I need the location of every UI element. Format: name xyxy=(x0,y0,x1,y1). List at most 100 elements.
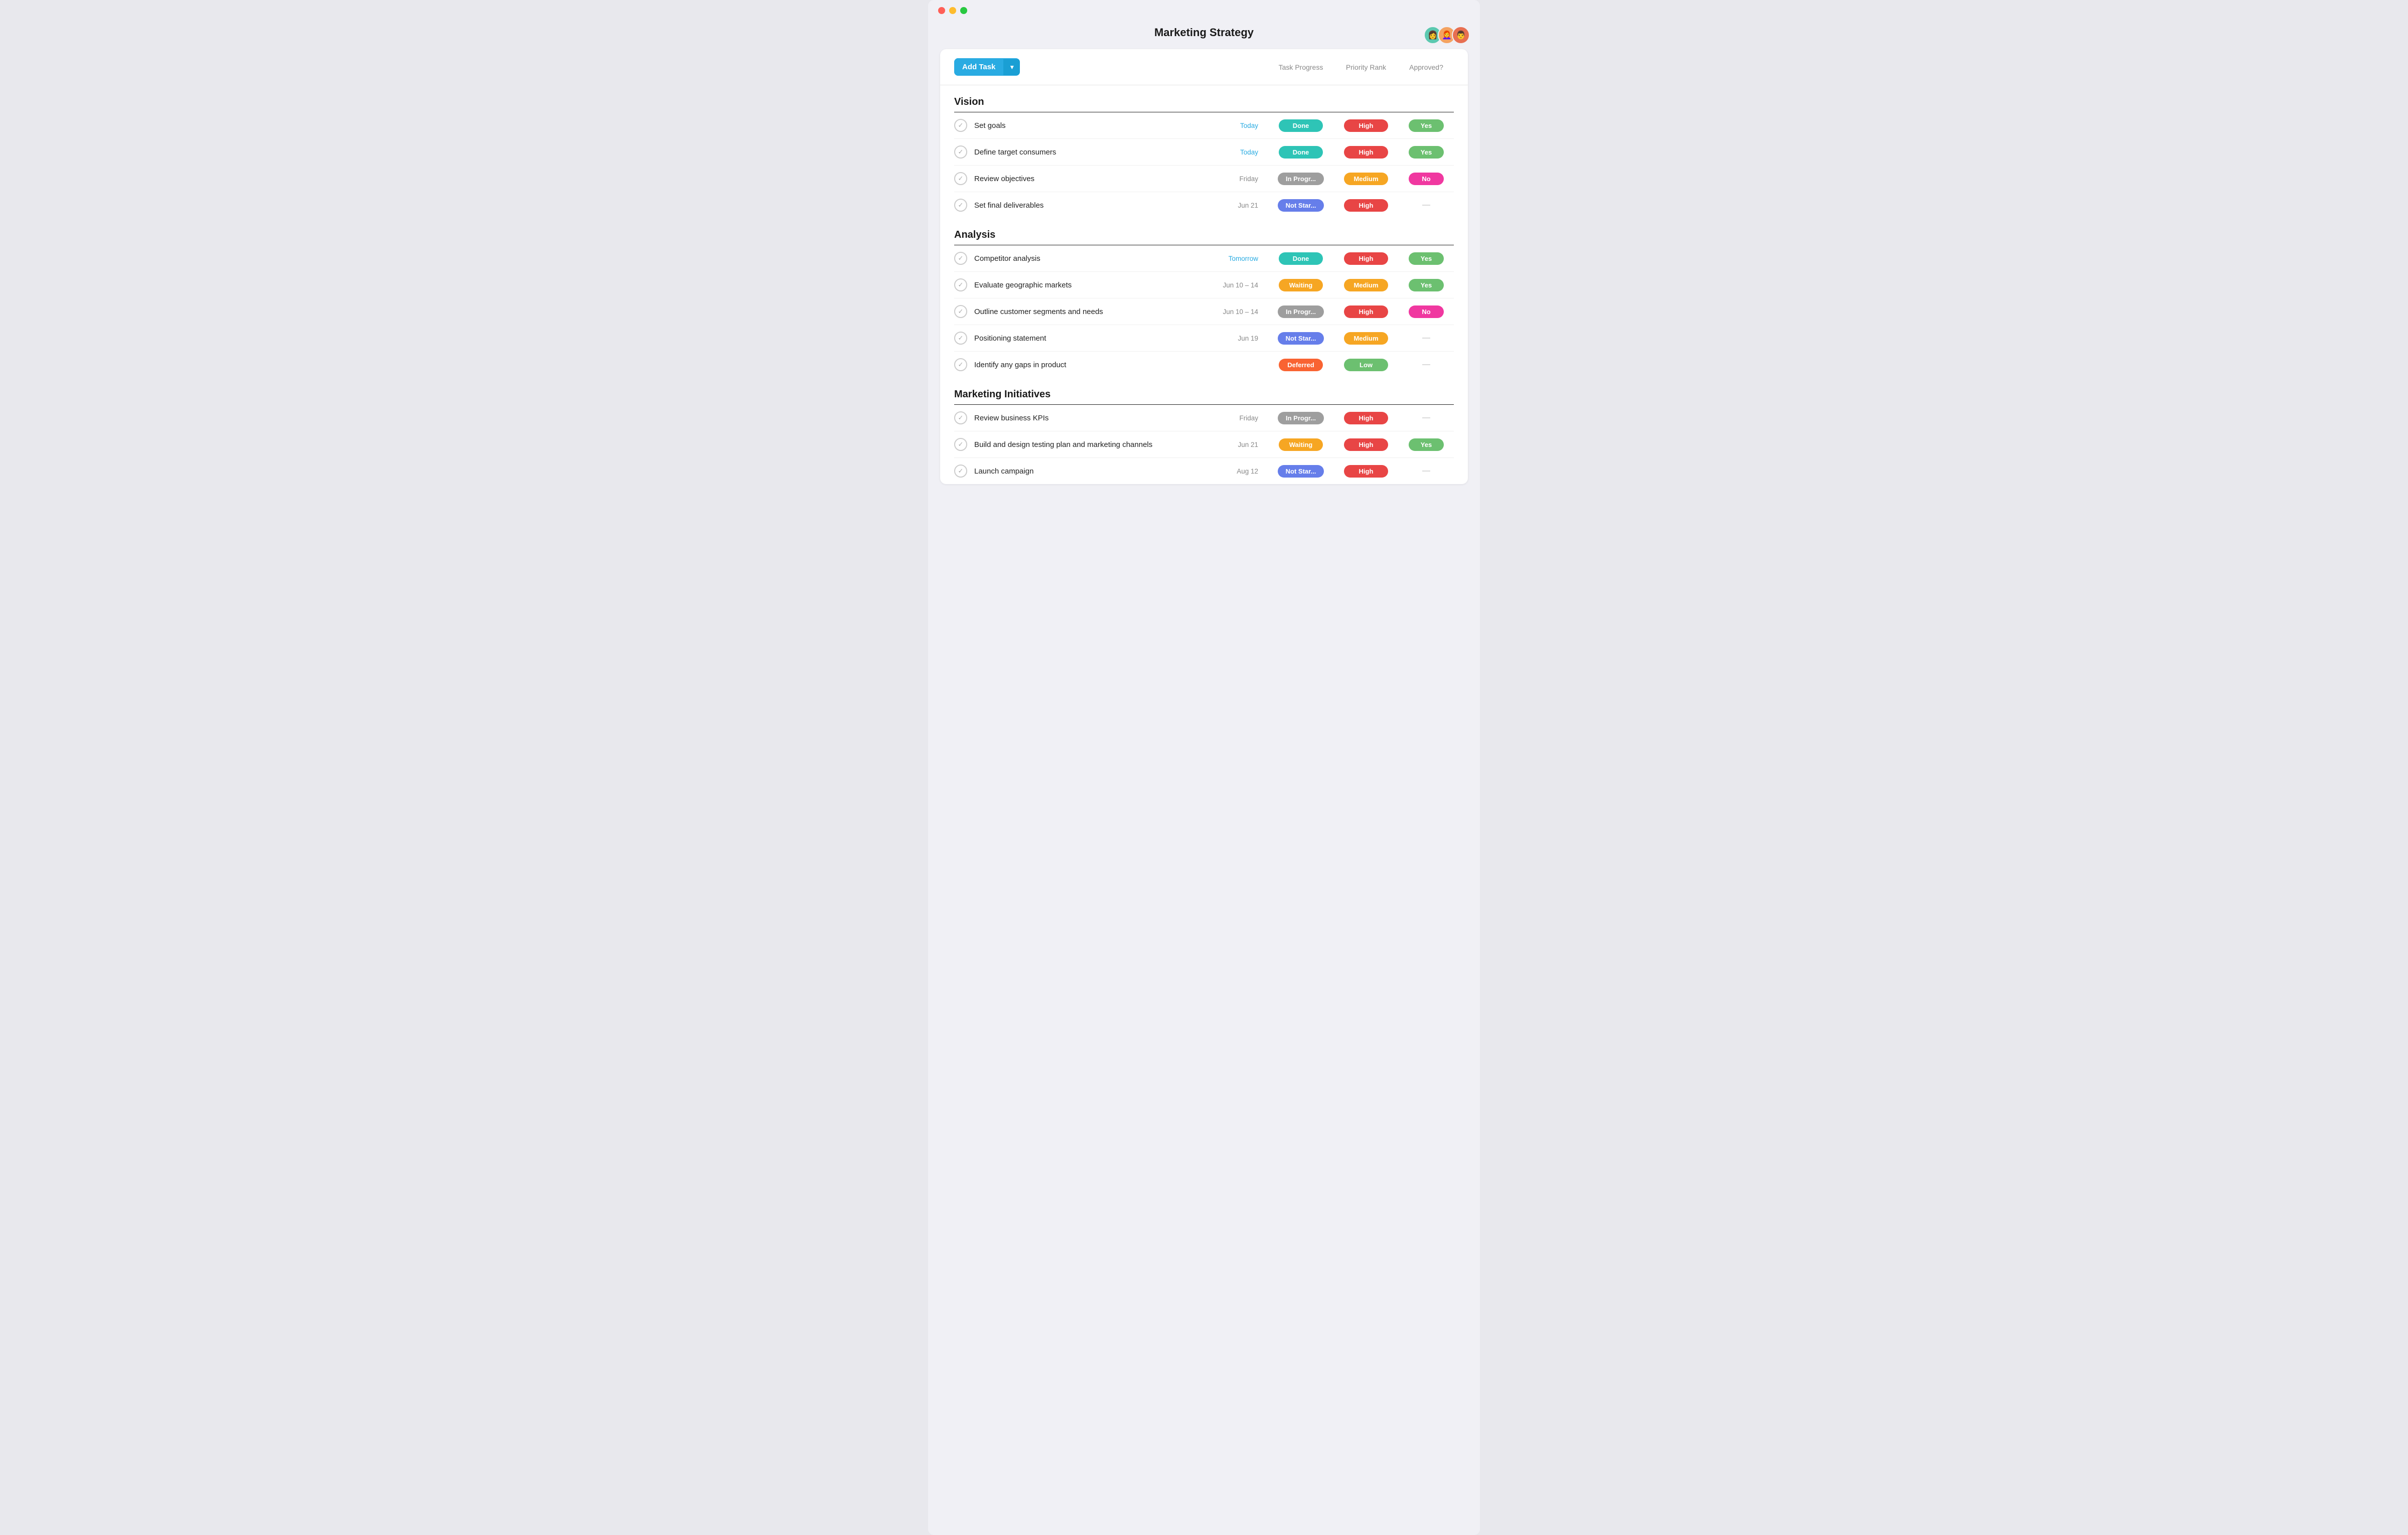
cell-approved: — xyxy=(1399,360,1454,369)
priority-badge[interactable]: Medium xyxy=(1344,173,1388,185)
page-title: Marketing Strategy xyxy=(1154,26,1254,39)
priority-badge[interactable]: High xyxy=(1344,199,1388,212)
task-row[interactable]: ✓Define target consumersTodayDoneHighYes xyxy=(954,139,1454,166)
cell-priority: High xyxy=(1333,465,1399,478)
cell-approved: Yes xyxy=(1399,119,1454,132)
cell-approved: Yes xyxy=(1399,252,1454,265)
cell-priority: Medium xyxy=(1333,173,1399,185)
progress-badge[interactable]: Waiting xyxy=(1279,438,1323,451)
priority-badge[interactable]: High xyxy=(1344,305,1388,318)
progress-badge[interactable]: Done xyxy=(1279,119,1323,132)
priority-badge[interactable]: Medium xyxy=(1344,332,1388,345)
progress-badge[interactable]: Deferred xyxy=(1279,359,1323,371)
approved-badge: — xyxy=(1409,334,1444,343)
add-task-button[interactable]: Add Task ▼ xyxy=(954,58,1020,76)
cell-progress: Done xyxy=(1268,252,1333,265)
cell-priority: High xyxy=(1333,412,1399,424)
section-title: Analysis xyxy=(954,218,1454,245)
approved-badge[interactable]: No xyxy=(1409,305,1444,318)
priority-badge[interactable]: Medium xyxy=(1344,279,1388,291)
chevron-down-icon[interactable]: ▼ xyxy=(1003,59,1020,75)
check-icon[interactable]: ✓ xyxy=(954,119,967,132)
cell-approved: No xyxy=(1399,173,1454,185)
priority-badge[interactable]: High xyxy=(1344,119,1388,132)
progress-badge[interactable]: Not Star... xyxy=(1278,199,1324,212)
task-cells: In Progr... Medium No xyxy=(1268,173,1454,185)
add-task-label: Add Task xyxy=(954,58,1003,76)
task-date: Friday xyxy=(1213,414,1258,422)
section-vision: Vision✓Set goalsTodayDoneHighYes✓Define … xyxy=(940,85,1468,218)
cell-priority: High xyxy=(1333,305,1399,318)
task-cells: Done High Yes xyxy=(1268,252,1454,265)
cell-progress: Waiting xyxy=(1268,438,1333,451)
task-row[interactable]: ✓Set goalsTodayDoneHighYes xyxy=(954,112,1454,139)
check-icon[interactable]: ✓ xyxy=(954,358,967,371)
progress-badge[interactable]: Waiting xyxy=(1279,279,1323,291)
task-row[interactable]: ✓Outline customer segments and needsJun … xyxy=(954,298,1454,325)
task-row[interactable]: ✓Identify any gaps in productDeferredLow… xyxy=(954,352,1454,378)
cell-progress: Deferred xyxy=(1268,359,1333,371)
progress-badge[interactable]: In Progr... xyxy=(1278,173,1324,185)
check-icon[interactable]: ✓ xyxy=(954,252,967,265)
progress-badge[interactable]: Done xyxy=(1279,252,1323,265)
progress-badge[interactable]: In Progr... xyxy=(1278,305,1324,318)
task-row[interactable]: ✓Positioning statementJun 19Not Star...M… xyxy=(954,325,1454,352)
priority-badge[interactable]: High xyxy=(1344,465,1388,478)
priority-badge[interactable]: High xyxy=(1344,146,1388,159)
approved-badge[interactable]: Yes xyxy=(1409,279,1444,291)
task-date: Jun 21 xyxy=(1213,441,1258,448)
check-icon[interactable]: ✓ xyxy=(954,438,967,451)
task-name: Set final deliverables xyxy=(974,201,1213,210)
task-row[interactable]: ✓Launch campaignAug 12Not Star...High— xyxy=(954,458,1454,484)
priority-badge[interactable]: High xyxy=(1344,438,1388,451)
check-icon[interactable]: ✓ xyxy=(954,278,967,291)
approved-badge[interactable]: Yes xyxy=(1409,119,1444,132)
cell-approved: — xyxy=(1399,413,1454,422)
priority-badge[interactable]: Low xyxy=(1344,359,1388,371)
task-cells: In Progr... High No xyxy=(1268,305,1454,318)
check-icon[interactable]: ✓ xyxy=(954,465,967,478)
progress-badge[interactable]: In Progr... xyxy=(1278,412,1324,424)
priority-badge[interactable]: High xyxy=(1344,252,1388,265)
col-header-progress: Task Progress xyxy=(1268,63,1333,71)
progress-badge[interactable]: Done xyxy=(1279,146,1323,159)
task-row[interactable]: ✓Evaluate geographic marketsJun 10 – 14W… xyxy=(954,272,1454,298)
check-icon[interactable]: ✓ xyxy=(954,172,967,185)
task-row[interactable]: ✓Review business KPIsFridayIn Progr...Hi… xyxy=(954,405,1454,431)
task-date: Jun 10 – 14 xyxy=(1213,281,1258,289)
col-header-approved: Approved? xyxy=(1399,63,1454,71)
task-date: Today xyxy=(1213,148,1258,156)
task-row[interactable]: ✓ Competitor analysisTomorrow Done High Yes xyxy=(954,245,1454,272)
task-name: Build and design testing plan and market… xyxy=(974,440,1213,449)
task-row[interactable]: ✓Review objectivesFridayIn Progr...Mediu… xyxy=(954,166,1454,192)
check-icon[interactable]: ✓ xyxy=(954,332,967,345)
task-date: Tomorrow xyxy=(1213,255,1258,262)
check-icon[interactable]: ✓ xyxy=(954,411,967,424)
cell-priority: High xyxy=(1333,119,1399,132)
task-name: Competitor analysis xyxy=(974,254,1213,263)
task-cells: Deferred Low — xyxy=(1268,359,1454,371)
traffic-lights xyxy=(938,7,967,14)
task-row[interactable]: ✓ Build and design testing plan and marke… xyxy=(954,431,1454,458)
approved-badge: — xyxy=(1409,467,1444,476)
cell-priority: Low xyxy=(1333,359,1399,371)
approved-badge[interactable]: No xyxy=(1409,173,1444,185)
cell-approved: — xyxy=(1399,201,1454,210)
approved-badge[interactable]: Yes xyxy=(1409,146,1444,159)
progress-badge[interactable]: Not Star... xyxy=(1278,332,1324,345)
progress-badge[interactable]: Not Star... xyxy=(1278,465,1324,478)
task-row[interactable]: ✓Set final deliverablesJun 21Not Star...… xyxy=(954,192,1454,218)
cell-progress: Not Star... xyxy=(1268,465,1333,478)
check-icon[interactable]: ✓ xyxy=(954,145,967,159)
approved-badge[interactable]: Yes xyxy=(1409,252,1444,265)
priority-badge[interactable]: High xyxy=(1344,412,1388,424)
check-icon[interactable]: ✓ xyxy=(954,199,967,212)
close-button[interactable] xyxy=(938,7,945,14)
fullscreen-button[interactable] xyxy=(960,7,967,14)
approved-badge[interactable]: Yes xyxy=(1409,438,1444,451)
minimize-button[interactable] xyxy=(949,7,956,14)
check-icon[interactable]: ✓ xyxy=(954,305,967,318)
cell-priority: Medium xyxy=(1333,332,1399,345)
task-date: Friday xyxy=(1213,175,1258,183)
task-cells: In Progr... High — xyxy=(1268,412,1454,424)
